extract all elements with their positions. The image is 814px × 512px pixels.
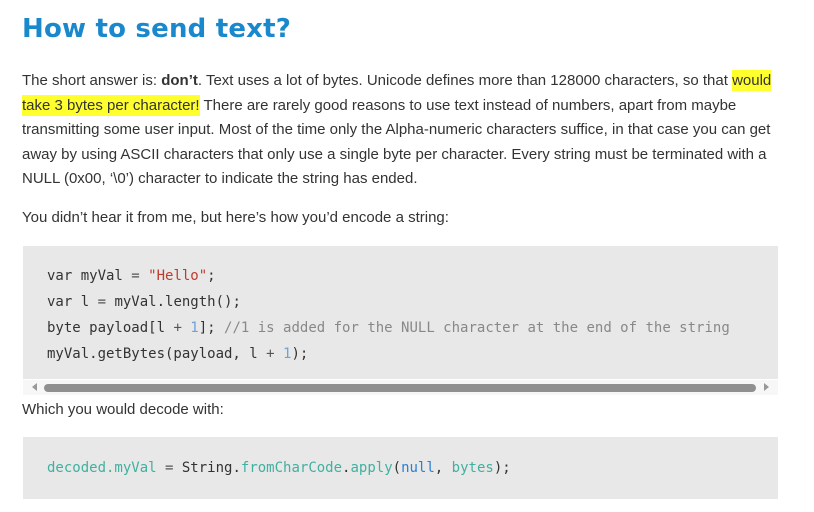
code-line: myVal.getBytes(payload, l + 1); (47, 346, 309, 362)
scroll-left-arrow-icon[interactable] (32, 383, 37, 391)
scrollbar-thumb[interactable] (44, 384, 756, 392)
page-title: How to send text? (22, 14, 292, 44)
code-line: decoded.myVal = String.fromCharCode.appl… (47, 460, 511, 476)
decode-intro: Which you would decode with: (22, 401, 224, 418)
code-comment: //1 is added for the NULL character at t… (224, 320, 730, 336)
horizontal-scrollbar[interactable] (23, 380, 778, 395)
code-line: var l = myVal.length(); (47, 294, 241, 310)
intro-after-bold: . Text uses a lot of bytes. Unicode defi… (197, 72, 733, 89)
intro-lead: The short answer is: (22, 72, 162, 89)
decode-code-block[interactable]: decoded.myVal = String.fromCharCode.appl… (23, 437, 778, 499)
code-line: byte payload[l + 1]; //1 is added for th… (47, 320, 730, 336)
encode-intro: You didn’t hear it from me, but here’s h… (22, 209, 449, 226)
scroll-right-arrow-icon[interactable] (764, 383, 769, 391)
intro-bold: don’t (161, 72, 198, 89)
intro-paragraph: The short answer is: don’t. Text uses a … (22, 69, 792, 192)
encode-code-block[interactable]: var myVal = "Hello"; var l = myVal.length… (23, 246, 778, 379)
code-line: var myVal = "Hello"; (47, 268, 216, 284)
